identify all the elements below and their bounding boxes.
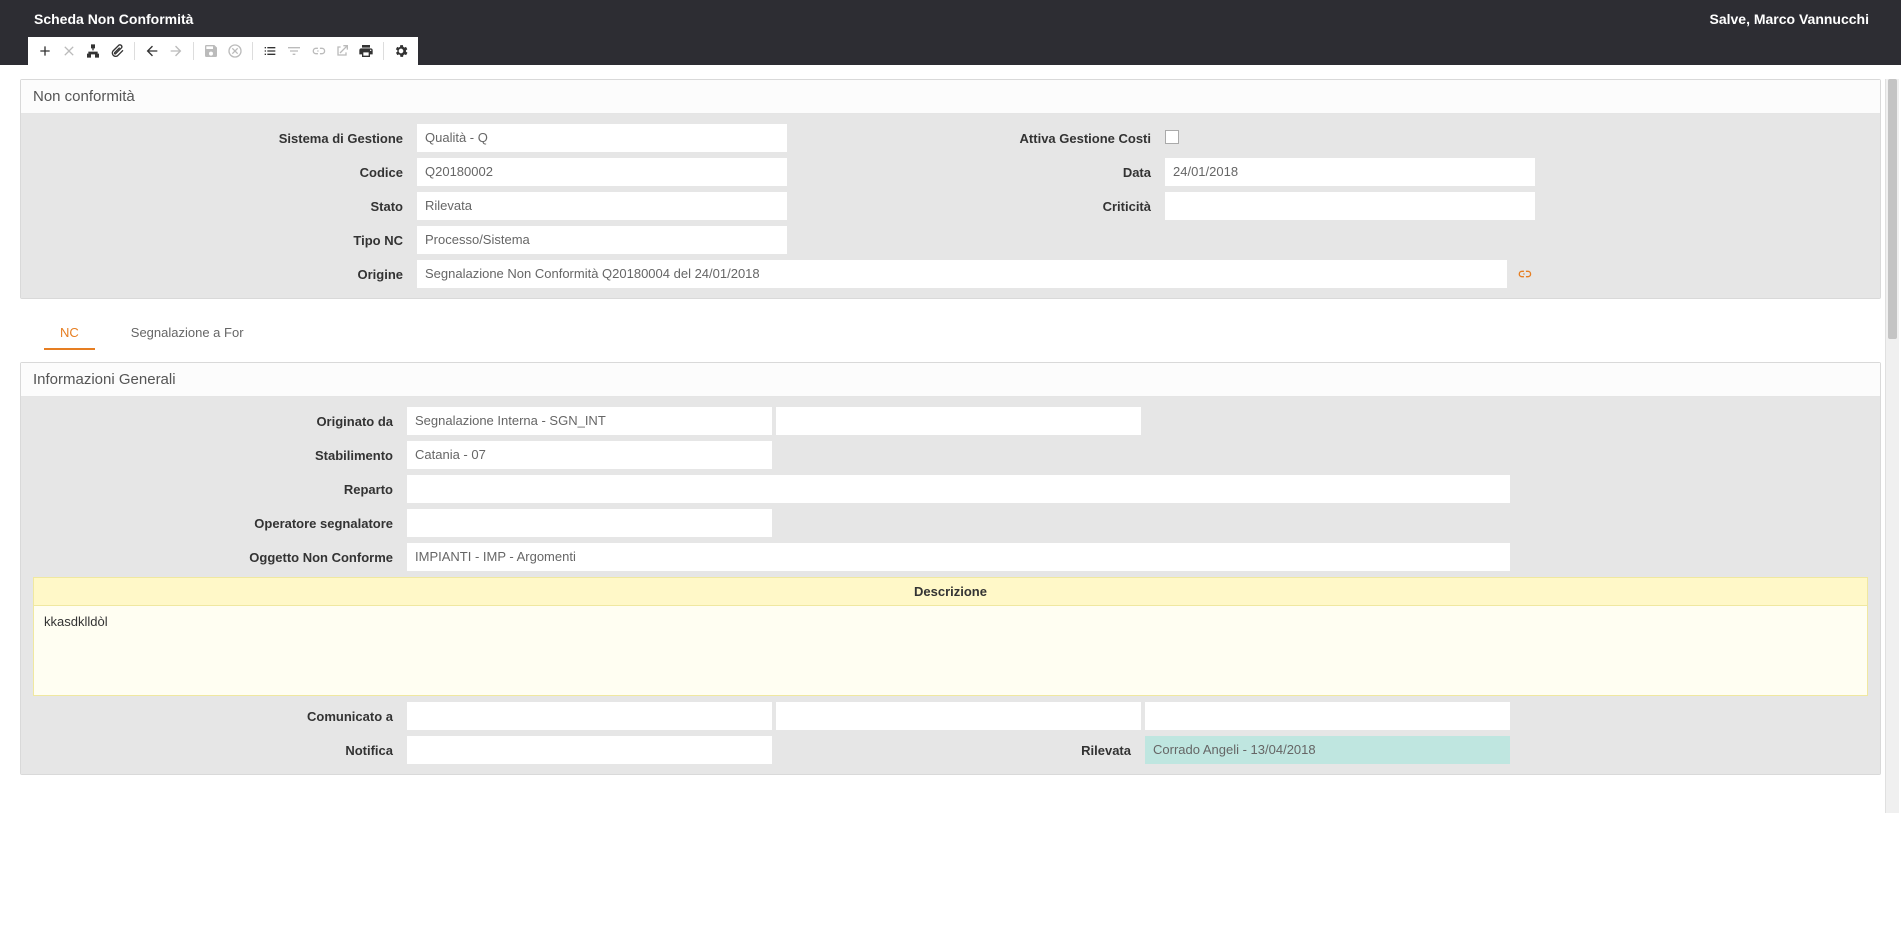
export-icon xyxy=(334,43,350,59)
field-originato-da-extra[interactable] xyxy=(776,407,1141,435)
printer-icon xyxy=(358,43,374,59)
toolbar xyxy=(28,37,418,65)
descrizione-header: Descrizione xyxy=(33,577,1868,606)
x-icon xyxy=(61,43,77,59)
toolbar-separator xyxy=(383,42,384,60)
link-icon xyxy=(1516,266,1532,282)
label-origine: Origine xyxy=(33,267,413,282)
info-generali-body: Originato da Segnalazione Interna - SGN_… xyxy=(21,397,1880,774)
user-greeting: Salve, Marco Vannucchi xyxy=(1709,11,1881,27)
paperclip-icon xyxy=(109,43,125,59)
field-reparto[interactable] xyxy=(407,475,1510,503)
info-generali-panel: Informazioni Generali Originato da Segna… xyxy=(20,362,1881,775)
field-descrizione[interactable]: kkasdklldòl xyxy=(33,606,1868,696)
label-stato: Stato xyxy=(33,199,413,214)
app-header: Scheda Non Conformità Salve, Marco Vannu… xyxy=(0,0,1901,37)
field-originato-da[interactable]: Segnalazione Interna - SGN_INT xyxy=(407,407,772,435)
vertical-scrollbar[interactable] xyxy=(1885,79,1899,813)
label-operatore: Operatore segnalatore xyxy=(33,516,403,531)
export-button xyxy=(331,40,353,62)
settings-button[interactable] xyxy=(390,40,412,62)
nonconformita-panel-header: Non conformità xyxy=(21,80,1880,114)
label-rilevata: Rilevata xyxy=(776,743,1141,758)
list-button[interactable] xyxy=(259,40,281,62)
cancel-circle-icon xyxy=(227,43,243,59)
plus-icon xyxy=(37,43,53,59)
origine-link-button[interactable] xyxy=(1513,263,1535,285)
label-data: Data xyxy=(791,165,1161,180)
filter-icon xyxy=(286,43,302,59)
field-comunicato-a-1[interactable] xyxy=(407,702,772,730)
toolbar-separator xyxy=(193,42,194,60)
save-button xyxy=(200,40,222,62)
field-operatore[interactable] xyxy=(407,509,772,537)
scrollbar-thumb[interactable] xyxy=(1888,79,1897,339)
tree-button[interactable] xyxy=(82,40,104,62)
forward-button xyxy=(165,40,187,62)
arrow-left-icon xyxy=(144,43,160,59)
back-button[interactable] xyxy=(141,40,163,62)
field-codice[interactable]: Q20180002 xyxy=(417,158,787,186)
label-oggetto: Oggetto Non Conforme xyxy=(33,550,403,565)
label-criticita: Criticità xyxy=(791,199,1161,214)
new-button[interactable] xyxy=(34,40,56,62)
cancel-changes-button xyxy=(224,40,246,62)
label-reparto: Reparto xyxy=(33,482,403,497)
gear-icon xyxy=(393,43,409,59)
save-icon xyxy=(203,43,219,59)
delete-button xyxy=(58,40,80,62)
field-comunicato-a-2[interactable] xyxy=(776,702,1141,730)
field-stabilimento[interactable]: Catania - 07 xyxy=(407,441,772,469)
field-tipo-nc[interactable]: Processo/Sistema xyxy=(417,226,787,254)
tab-segnalazione[interactable]: Segnalazione a For xyxy=(115,317,260,350)
content-area: Non conformità Sistema di Gestione Quali… xyxy=(0,65,1901,813)
field-origine[interactable]: Segnalazione Non Conformità Q20180004 de… xyxy=(417,260,1507,288)
field-comunicato-a-3[interactable] xyxy=(1145,702,1510,730)
nonconformita-panel-body: Sistema di Gestione Qualità - Q Attiva G… xyxy=(21,114,1880,298)
field-oggetto[interactable]: IMPIANTI - IMP - Argomenti xyxy=(407,543,1510,571)
toolbar-separator xyxy=(252,42,253,60)
field-criticita[interactable] xyxy=(1165,192,1535,220)
field-attiva-gestione-costi[interactable] xyxy=(1165,130,1535,147)
arrow-right-icon xyxy=(168,43,184,59)
tab-strip: NC Segnalazione a For xyxy=(20,317,1881,350)
label-stabilimento: Stabilimento xyxy=(33,448,403,463)
field-notifica[interactable] xyxy=(407,736,772,764)
attach-button[interactable] xyxy=(106,40,128,62)
nonconformita-panel: Non conformità Sistema di Gestione Quali… xyxy=(20,79,1881,299)
label-sistema-gestione: Sistema di Gestione xyxy=(33,131,413,146)
toolbar-container xyxy=(0,37,1901,65)
field-stato[interactable]: Rilevata xyxy=(417,192,787,220)
label-codice: Codice xyxy=(33,165,413,180)
label-comunicato-a: Comunicato a xyxy=(33,709,403,724)
field-data[interactable]: 24/01/2018 xyxy=(1165,158,1535,186)
label-tipo-nc: Tipo NC xyxy=(33,233,413,248)
filter-button xyxy=(283,40,305,62)
toolbar-separator xyxy=(134,42,135,60)
sitemap-icon xyxy=(85,43,101,59)
label-notifica: Notifica xyxy=(33,743,403,758)
link-button xyxy=(307,40,329,62)
field-sistema-gestione[interactable]: Qualità - Q xyxy=(417,124,787,152)
print-button[interactable] xyxy=(355,40,377,62)
list-icon xyxy=(262,43,278,59)
field-rilevata[interactable]: Corrado Angeli - 13/04/2018 xyxy=(1145,736,1510,764)
label-attiva-gestione-costi: Attiva Gestione Costi xyxy=(791,131,1161,146)
label-originato-da: Originato da xyxy=(33,414,403,429)
checkbox-icon[interactable] xyxy=(1165,130,1179,144)
link-icon xyxy=(310,43,326,59)
info-generali-header: Informazioni Generali xyxy=(21,363,1880,397)
tab-nc[interactable]: NC xyxy=(44,317,95,350)
page-title: Scheda Non Conformità xyxy=(34,11,193,27)
